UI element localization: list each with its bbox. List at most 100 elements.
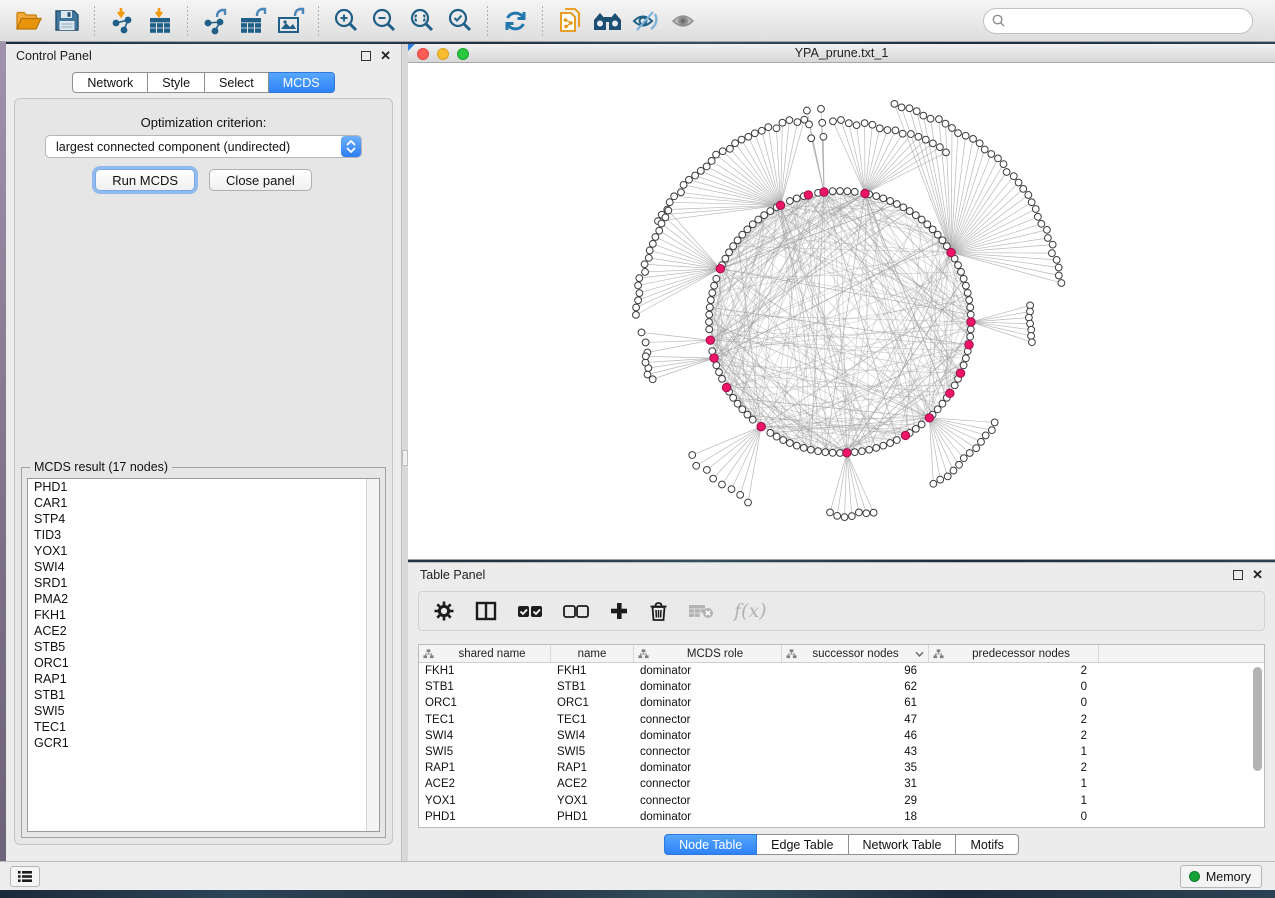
network-node[interactable]	[636, 290, 643, 297]
network-node[interactable]	[851, 449, 858, 456]
network-node[interactable]	[780, 437, 787, 444]
network-node[interactable]	[906, 208, 913, 215]
tab-network-table[interactable]: Network Table	[849, 834, 957, 855]
network-node[interactable]	[738, 136, 745, 143]
node-table[interactable]: shared namenameMCDS rolesuccessor nodesp…	[418, 644, 1265, 828]
network-node[interactable]	[1010, 173, 1017, 180]
network-node[interactable]	[793, 195, 800, 202]
zoom-out-icon[interactable]	[367, 6, 401, 36]
network-node[interactable]	[900, 204, 907, 211]
network-node[interactable]	[665, 207, 672, 214]
network-node[interactable]	[751, 130, 758, 137]
network-node[interactable]	[641, 261, 648, 268]
network-node[interactable]	[944, 473, 951, 480]
network-node[interactable]	[744, 411, 751, 418]
network-node[interactable]	[966, 450, 973, 457]
column-header[interactable]: shared name	[419, 645, 551, 662]
column-header[interactable]: name	[551, 645, 634, 662]
mcds-hub-node[interactable]	[757, 422, 765, 430]
mcds-result-list[interactable]: PHD1CAR1STP4TID3YOX1SWI4SRD1PMA2FKH1ACE2…	[27, 478, 380, 832]
network-node[interactable]	[829, 449, 836, 456]
network-node[interactable]	[939, 237, 946, 244]
network-node[interactable]	[915, 133, 922, 140]
table-row[interactable]: RAP1RAP1dominator352	[419, 760, 1264, 776]
network-node[interactable]	[719, 375, 726, 382]
network-node[interactable]	[960, 275, 967, 282]
network-node[interactable]	[807, 446, 814, 453]
network-node[interactable]	[765, 124, 772, 131]
network-node[interactable]	[851, 188, 858, 195]
table-settings-icon[interactable]	[433, 600, 455, 622]
network-node[interactable]	[692, 172, 699, 179]
network-node[interactable]	[853, 122, 860, 129]
copy-network-icon[interactable]	[553, 6, 587, 36]
mcds-hub-node[interactable]	[843, 449, 851, 457]
network-node[interactable]	[829, 188, 836, 195]
network-node[interactable]	[988, 427, 995, 434]
network-node[interactable]	[1000, 161, 1007, 168]
network-node[interactable]	[934, 231, 941, 238]
close-panel-icon[interactable]: ✕	[380, 51, 391, 61]
network-node[interactable]	[703, 163, 710, 170]
network-node[interactable]	[855, 509, 862, 516]
network-node[interactable]	[745, 133, 752, 140]
network-node[interactable]	[841, 514, 848, 521]
network-node[interactable]	[745, 499, 752, 506]
zoom-fit-icon[interactable]	[405, 6, 439, 36]
network-node[interactable]	[722, 255, 729, 262]
network-node[interactable]	[730, 394, 737, 401]
network-node[interactable]	[713, 362, 720, 369]
tab-style[interactable]: Style	[148, 72, 205, 93]
network-node[interactable]	[884, 127, 891, 134]
import-table-icon[interactable]	[143, 6, 177, 36]
network-node[interactable]	[709, 289, 716, 296]
save-session-icon[interactable]	[50, 6, 84, 36]
network-node[interactable]	[1055, 272, 1062, 279]
network-node[interactable]	[924, 221, 931, 228]
network-node[interactable]	[739, 406, 746, 413]
network-node[interactable]	[786, 117, 793, 124]
network-node[interactable]	[918, 216, 925, 223]
network-node[interactable]	[749, 221, 756, 228]
network-node[interactable]	[1038, 220, 1045, 227]
network-node[interactable]	[755, 216, 762, 223]
mcds-hub-node[interactable]	[861, 189, 869, 197]
network-node[interactable]	[930, 480, 937, 487]
network-node[interactable]	[960, 362, 967, 369]
network-node[interactable]	[767, 208, 774, 215]
network-node[interactable]	[808, 135, 815, 142]
network-node[interactable]	[786, 440, 793, 447]
network-node[interactable]	[737, 491, 744, 498]
import-network-icon[interactable]	[105, 6, 139, 36]
network-node[interactable]	[943, 149, 950, 156]
search-input[interactable]	[1010, 14, 1244, 28]
network-node[interactable]	[845, 120, 852, 127]
network-node[interactable]	[936, 144, 943, 151]
column-header[interactable]	[1099, 645, 1264, 662]
export-image-icon[interactable]	[274, 6, 308, 36]
network-node[interactable]	[1003, 169, 1010, 176]
network-node[interactable]	[869, 121, 876, 128]
mcds-hub-node[interactable]	[965, 341, 973, 349]
mcds-hub-node[interactable]	[710, 354, 718, 362]
network-node[interactable]	[662, 214, 669, 221]
network-node[interactable]	[652, 234, 659, 241]
zoom-selected-icon[interactable]	[443, 6, 477, 36]
network-node[interactable]	[706, 304, 713, 311]
network-node[interactable]	[958, 268, 965, 275]
network-node[interactable]	[949, 125, 956, 132]
network-node[interactable]	[863, 510, 870, 517]
column-header[interactable]: MCDS role	[634, 645, 782, 662]
network-node[interactable]	[767, 430, 774, 437]
network-node[interactable]	[719, 481, 726, 488]
network-node[interactable]	[710, 475, 717, 482]
network-node[interactable]	[967, 326, 974, 333]
network-node[interactable]	[950, 467, 957, 474]
network-node[interactable]	[749, 416, 756, 423]
network-node[interactable]	[693, 462, 700, 469]
tab-select[interactable]: Select	[205, 72, 269, 93]
network-node[interactable]	[1034, 213, 1041, 220]
network-node[interactable]	[951, 382, 958, 389]
mcds-hub-node[interactable]	[967, 318, 975, 326]
network-node[interactable]	[819, 119, 826, 126]
